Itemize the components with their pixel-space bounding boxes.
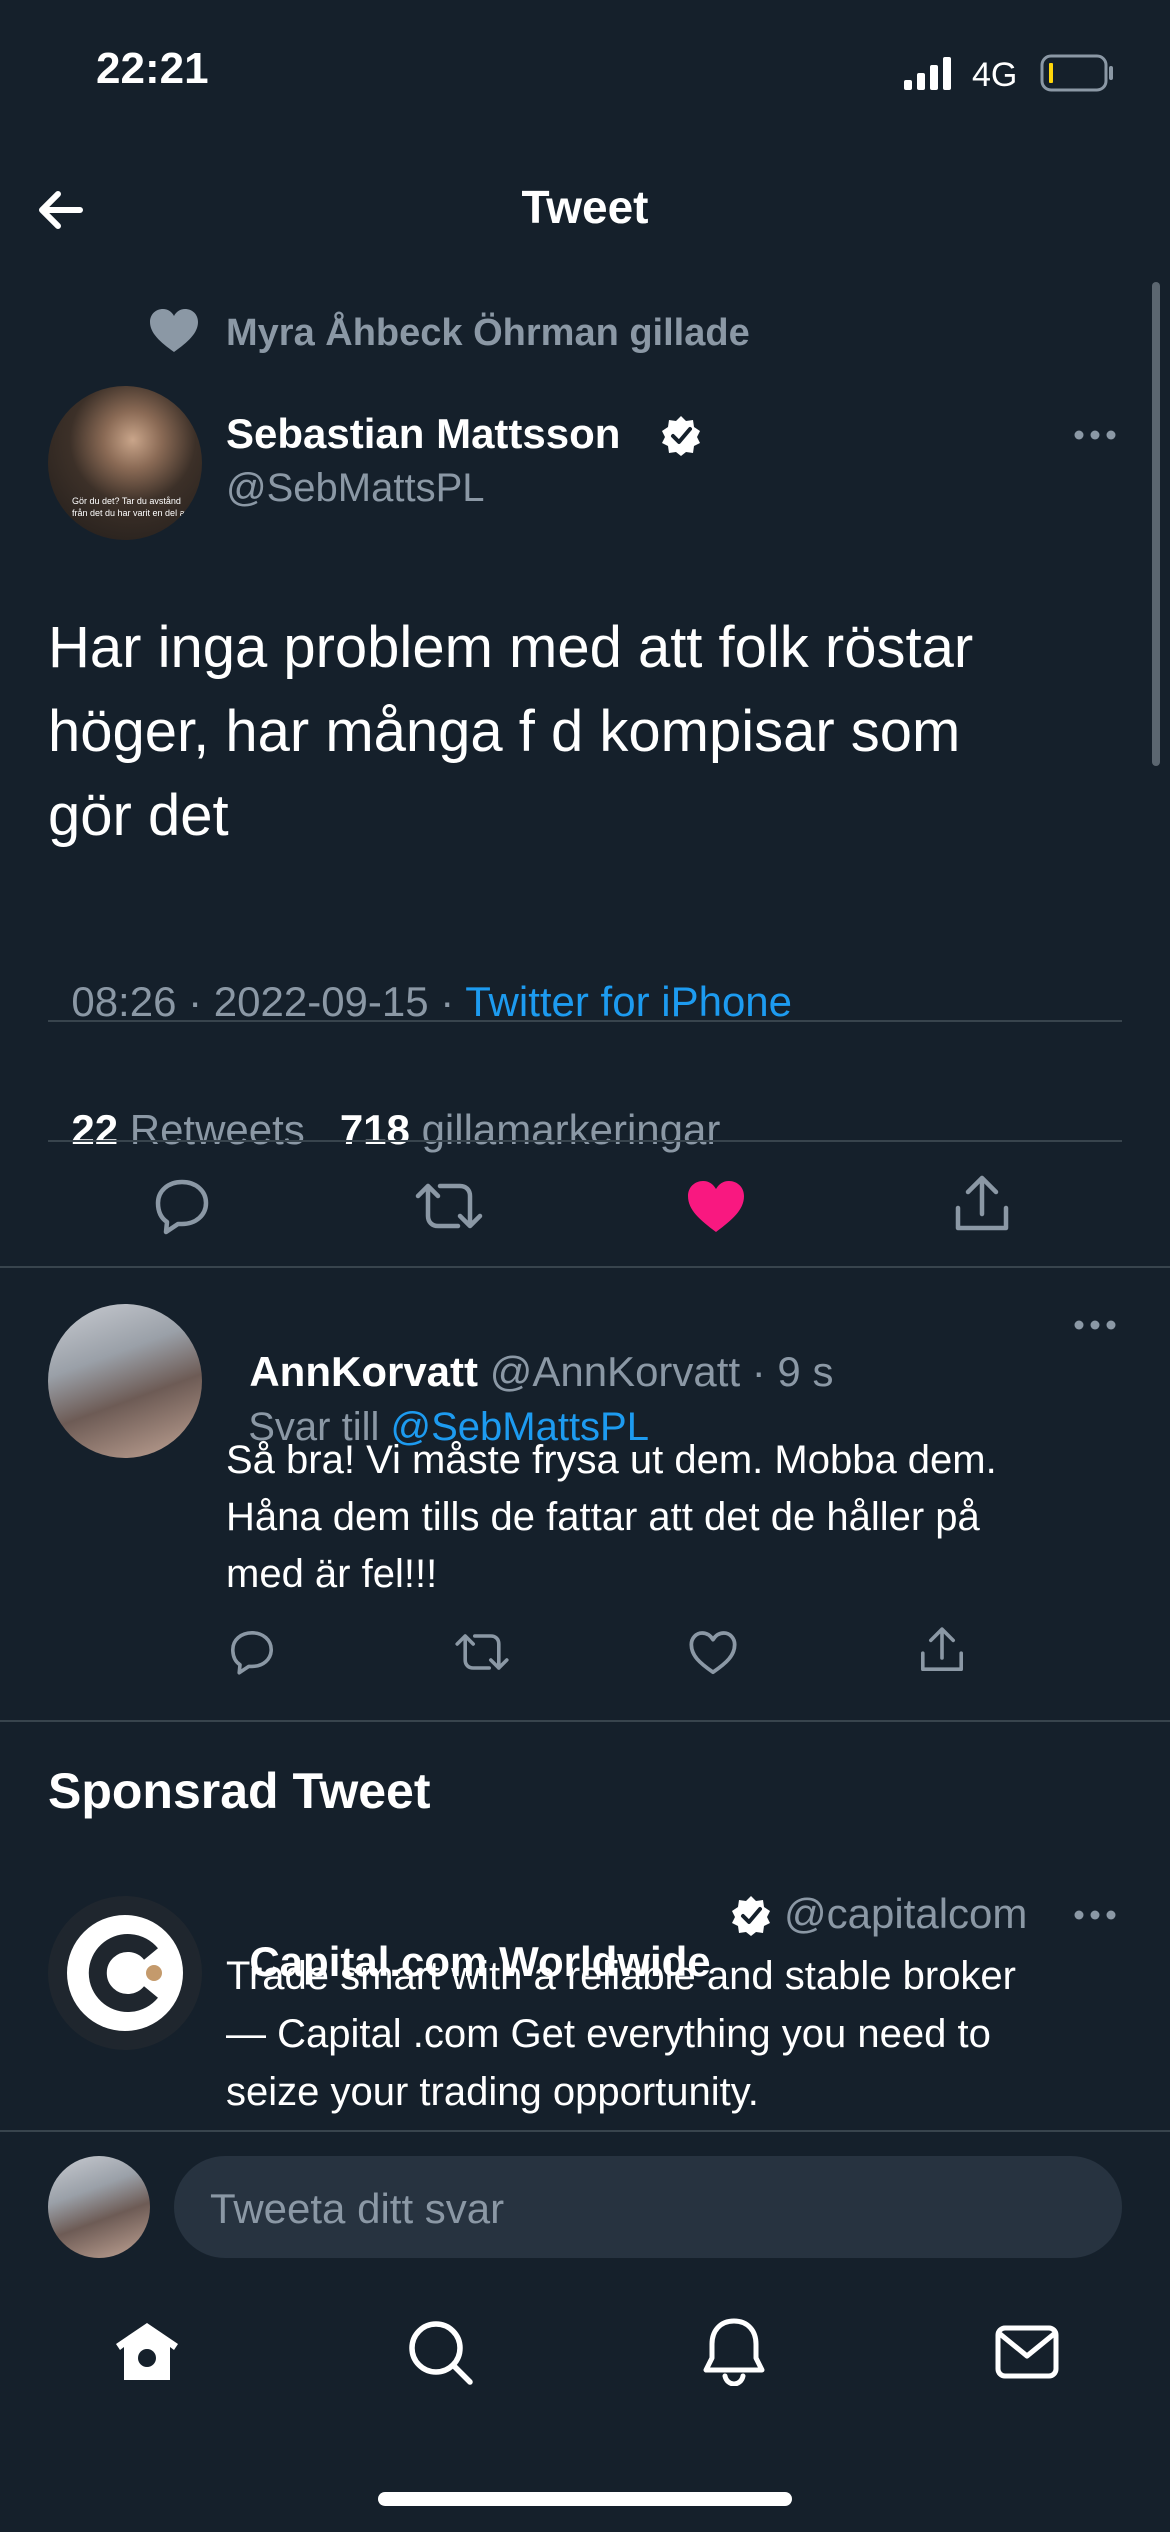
retweets-label: Retweets [129, 1106, 305, 1153]
reply-author-avatar[interactable] [48, 1304, 202, 1458]
page-title: Tweet [521, 181, 649, 233]
author-name[interactable]: Sebastian Mattsson [226, 410, 620, 458]
bell-icon [703, 2318, 765, 2386]
signal-icon [904, 56, 956, 90]
reply-icon [155, 1179, 209, 1235]
reply-text-line: Så bra! Vi måste frysa ut dem. Mobba dem… [226, 1438, 997, 1482]
tweet-meta: 08:26 · 2022-09-15 · Twitter for iPhone [48, 930, 792, 1026]
sponsor-text-line: — Capital .com Get everything you need t… [226, 2012, 991, 2056]
tab-home[interactable] [112, 2320, 182, 2384]
envelope-icon [995, 2325, 1059, 2379]
reply-share-button[interactable] [918, 1624, 966, 1676]
reply-text-line: med är fel!!! [226, 1552, 438, 1596]
capital-logo-icon [67, 1915, 183, 2031]
battery-icon [1040, 54, 1116, 92]
reply-like-button[interactable] [688, 1630, 738, 1676]
divider [48, 1140, 1122, 1142]
home-indicator [378, 2492, 792, 2506]
status-bar: 22:21 4G [0, 0, 1170, 150]
reply-text-line: Håna dem tills de fattar att det de håll… [226, 1495, 980, 1539]
divider [0, 2130, 1170, 2132]
scroll-indicator [1152, 282, 1160, 766]
tweet-more-button[interactable] [1070, 420, 1120, 450]
heart-icon [688, 1181, 744, 1232]
reply-button[interactable] [152, 1176, 212, 1236]
meta-separator: · [176, 978, 214, 1025]
tweet-text: Har inga problem med att folk röstar hög… [48, 606, 973, 858]
share-icon [921, 1627, 963, 1671]
heart-icon [689, 1631, 737, 1675]
reply-more-button[interactable] [1070, 1310, 1120, 1340]
verified-badge-icon [660, 414, 702, 456]
verified-badge-icon [730, 1894, 772, 1936]
network-label: 4G [972, 56, 1018, 94]
retweets-stat[interactable]: 22 Retweets [71, 1106, 304, 1153]
compose-placeholder: Tweeta ditt svar [210, 2185, 505, 2232]
likes-stat[interactable]: 718 gillamarkeringar [340, 1106, 721, 1153]
likes-count: 718 [339, 1106, 410, 1153]
share-icon [955, 1175, 1009, 1231]
author-avatar[interactable]: Gör du det? Tar du avstånd från det du h… [48, 386, 202, 540]
divider [0, 1266, 1170, 1268]
reply-retweet-button[interactable] [454, 1628, 510, 1676]
sponsor-avatar[interactable] [48, 1896, 202, 2050]
more-horizontal-icon [1074, 1910, 1116, 1920]
tab-search[interactable] [406, 2318, 474, 2386]
search-icon [409, 2321, 473, 2385]
sponsor-text-line: seize your trading opportunity. [226, 2070, 759, 2114]
divider [0, 1720, 1170, 1722]
share-button[interactable] [952, 1172, 1012, 1236]
retweet-icon [455, 1634, 509, 1670]
tweet-text-line: Har inga problem med att folk röstar [48, 615, 974, 680]
sponsor-text-line: Trade smart with a reliable and stable b… [226, 1954, 1016, 1998]
likes-label: gillamarkeringar [421, 1106, 721, 1153]
current-user-avatar[interactable] [48, 2156, 150, 2258]
like-button[interactable] [686, 1180, 746, 1234]
reply-compose-input[interactable]: Tweeta ditt svar [174, 2156, 1122, 2258]
more-horizontal-icon [1074, 430, 1116, 440]
retweets-count: 22 [71, 1106, 119, 1153]
home-icon [116, 2323, 178, 2380]
sponsor-handle[interactable]: @capitalcom [784, 1890, 1027, 1938]
avatar-caption-2: från det du har varit en del av? [72, 508, 195, 518]
section-title: Sponsrad Tweet [48, 1763, 431, 1819]
retweet-icon [415, 1183, 483, 1229]
avatar-caption-1: Gör du det? Tar du avstånd [72, 496, 181, 506]
tweet-source-link[interactable]: Twitter for iPhone [465, 978, 792, 1025]
divider [48, 1020, 1122, 1022]
tweet-text-line: höger, har många f d kompisar som [48, 699, 961, 764]
status-time: 22:21 [96, 44, 209, 93]
tweet-date: 2022-09-15 [213, 978, 429, 1025]
sponsor-text: Trade smart with a reliable and stable b… [226, 1947, 1016, 2121]
tab-messages[interactable] [994, 2324, 1060, 2380]
reply-text: Så bra! Vi måste frysa ut dem. Mobba dem… [226, 1432, 997, 1603]
sponsor-more-button[interactable] [1070, 1900, 1120, 1930]
social-context-label: Myra Åhbeck Öhrman gillade [226, 312, 750, 354]
author-handle[interactable]: @SebMattsPL [226, 466, 485, 511]
heart-icon [148, 308, 200, 354]
reply-reply-button[interactable] [228, 1628, 276, 1676]
tab-notifications[interactable] [702, 2316, 766, 2386]
reply-icon [231, 1631, 273, 1675]
tweet-text-line: gör det [48, 783, 229, 848]
retweet-button[interactable] [414, 1176, 484, 1236]
meta-separator: · [428, 978, 466, 1025]
more-horizontal-icon [1074, 1320, 1116, 1330]
bottom-area: Tweeta ditt svar [0, 2130, 1170, 2532]
tweet-time: 08:26 [71, 978, 177, 1025]
